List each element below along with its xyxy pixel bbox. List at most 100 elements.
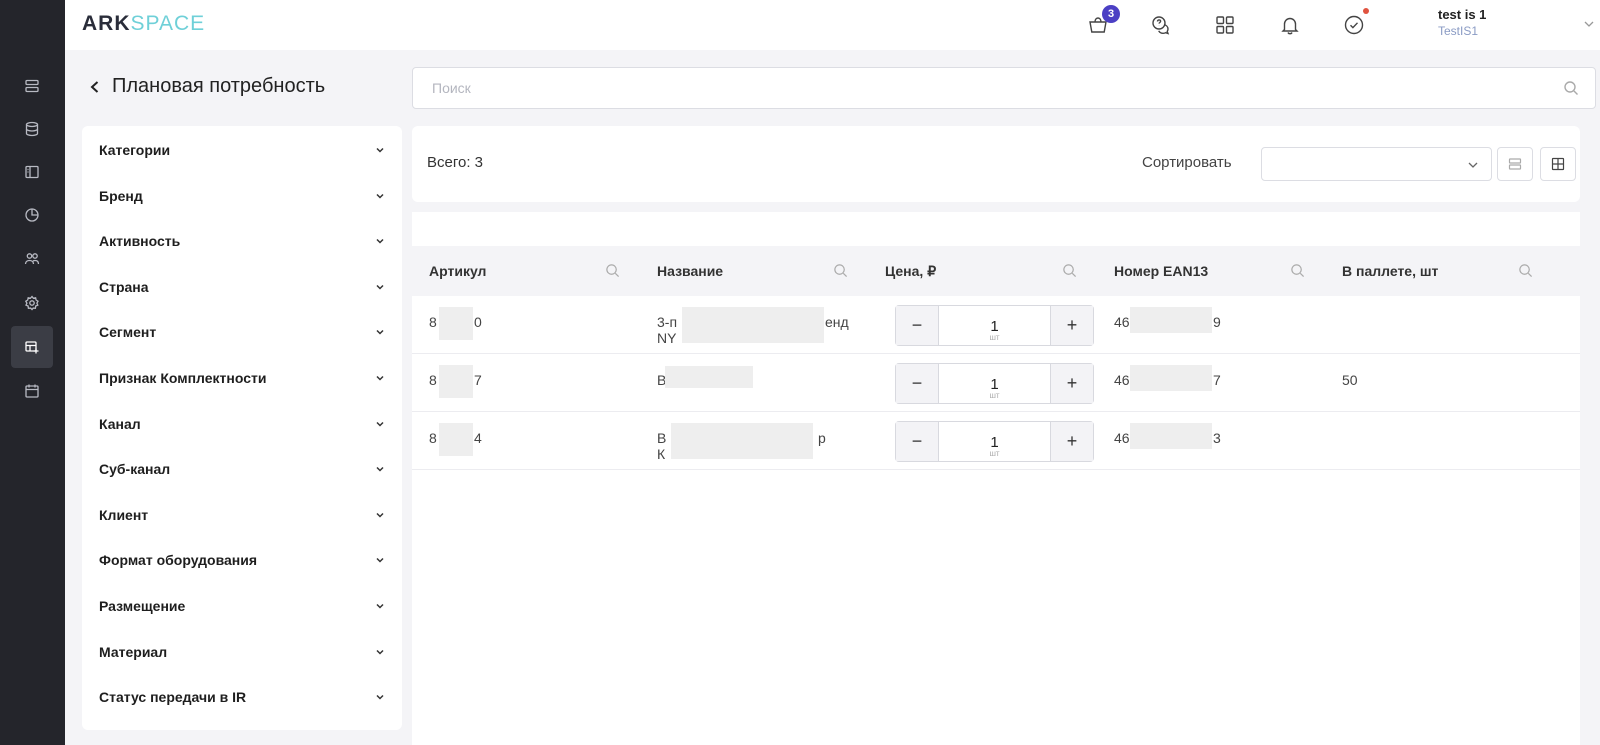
- chevron-down-icon: [376, 330, 384, 335]
- quantity-field[interactable]: 1 шт: [938, 306, 1051, 345]
- chevron-down-icon: [376, 695, 384, 700]
- quantity-field[interactable]: 1 шт: [938, 422, 1051, 461]
- column-header[interactable]: В паллете, шт: [1342, 263, 1438, 279]
- decrement-button[interactable]: −: [896, 364, 938, 403]
- top-header: ARKSPACE 3 test is 1 TestIS1: [65, 0, 1600, 50]
- tasks-button[interactable]: [1341, 8, 1369, 38]
- column-search-icon[interactable]: [1518, 263, 1533, 278]
- filter-item[interactable]: Размещение: [99, 594, 385, 618]
- products-table: Артикул Название Цена, ₽ Номер EAN13 В палле…: [412, 212, 1580, 745]
- search-input[interactable]: [413, 68, 1595, 108]
- redacted-block: [439, 423, 473, 456]
- filter-item[interactable]: Бренд: [99, 184, 385, 208]
- filter-item[interactable]: Статус передачи в IR: [99, 685, 385, 709]
- cart-count-badge: 3: [1102, 5, 1120, 23]
- total-count: Всего: 3: [427, 154, 484, 171]
- filter-label: Канал: [99, 415, 141, 432]
- pie-chart-icon[interactable]: [11, 194, 53, 236]
- filter-label: Статус передачи в IR: [99, 689, 247, 706]
- filter-label: Формат оборудования: [99, 552, 258, 569]
- chevron-down-icon: [376, 603, 384, 609]
- column-header[interactable]: Номер EAN13: [1114, 263, 1208, 279]
- column-search-icon[interactable]: [1290, 263, 1305, 278]
- user-org[interactable]: TestIS1: [1438, 24, 1478, 38]
- chevron-down-icon: [376, 649, 384, 655]
- table-row[interactable]: 8 0 3-п енд NY − 1 шт + 46 9: [412, 296, 1580, 354]
- increment-button[interactable]: +: [1051, 422, 1093, 461]
- filter-item[interactable]: Формат оборудования: [99, 548, 385, 572]
- grid-view-button[interactable]: [1540, 147, 1576, 181]
- filter-item[interactable]: Материал: [99, 640, 385, 664]
- filter-item[interactable]: Канал: [99, 412, 385, 436]
- chevron-down-icon: [376, 239, 384, 244]
- quantity-field[interactable]: 1 шт: [938, 364, 1051, 403]
- table-row[interactable]: 8 7 В − 1 шт + 46 7 50: [412, 354, 1580, 412]
- quantity-stepper: − 1 шт +: [895, 421, 1094, 462]
- filters-panel: Категории Бренд Активность Страна Сегмент При…: [82, 126, 402, 730]
- sort-label: Сортировать: [1142, 154, 1232, 171]
- filter-label: Признак Комплектности: [99, 370, 267, 386]
- stack-icon[interactable]: [11, 65, 53, 107]
- column-search-icon[interactable]: [833, 263, 848, 278]
- redacted-block: [1130, 307, 1212, 333]
- chat-button[interactable]: [1148, 12, 1174, 38]
- filter-item[interactable]: Признак Комплектности: [99, 366, 385, 390]
- calendar-icon[interactable]: [11, 370, 53, 412]
- column-search-icon[interactable]: [1062, 263, 1077, 278]
- redacted-block: [1130, 423, 1212, 449]
- grid-view-icon: [1551, 157, 1565, 171]
- table-add-icon[interactable]: [11, 326, 53, 368]
- filter-label: Размещение: [99, 598, 186, 614]
- name-line2-start: К: [657, 446, 666, 462]
- redacted-block: [665, 366, 753, 388]
- filter-item[interactable]: Суб-канал: [99, 457, 385, 481]
- table-row[interactable]: 8 4 В р К − 1 шт + 46 3: [412, 412, 1580, 470]
- decrement-button[interactable]: −: [896, 422, 938, 461]
- decrement-button[interactable]: −: [896, 306, 938, 345]
- name-line1-start: В: [657, 430, 667, 446]
- redacted-block: [682, 307, 824, 343]
- ean-end: 7: [1213, 372, 1221, 388]
- name-line2-start: NY: [657, 330, 677, 346]
- filter-item[interactable]: Категории: [99, 138, 385, 162]
- column-search-icon[interactable]: [605, 263, 620, 278]
- filter-item[interactable]: Страна: [99, 275, 385, 299]
- name-line1-end: р: [818, 430, 826, 446]
- cart-button[interactable]: 3: [1085, 5, 1120, 38]
- column-header[interactable]: Цена, ₽: [885, 263, 936, 280]
- chevron-down-icon: [376, 193, 384, 199]
- filter-item[interactable]: Активность: [99, 229, 385, 253]
- column-header[interactable]: Название: [657, 263, 723, 279]
- increment-button[interactable]: +: [1051, 306, 1093, 345]
- column-header[interactable]: Артикул: [429, 263, 486, 279]
- database-icon[interactable]: [11, 108, 53, 150]
- apps-button[interactable]: [1212, 12, 1238, 38]
- list-view-button[interactable]: [1497, 147, 1533, 181]
- check-circle-icon: [1344, 15, 1364, 35]
- article-start: 8: [429, 314, 437, 330]
- chevron-down-icon[interactable]: [1583, 18, 1595, 30]
- redacted-block: [1130, 365, 1212, 391]
- redacted-block: [671, 423, 813, 459]
- logo[interactable]: ARKSPACE: [82, 12, 205, 36]
- users-icon[interactable]: [11, 238, 53, 280]
- ean-start: 46: [1114, 314, 1130, 330]
- article-end: 4: [474, 430, 482, 446]
- settings-icon[interactable]: [11, 282, 53, 324]
- quantity-stepper: − 1 шт +: [895, 363, 1094, 404]
- filter-label: Активность: [99, 233, 181, 250]
- filter-label: Клиент: [99, 506, 149, 523]
- layout-icon[interactable]: [11, 151, 53, 193]
- notifications-button[interactable]: [1277, 12, 1303, 38]
- search-icon[interactable]: [1563, 80, 1579, 96]
- search-box: [412, 67, 1596, 109]
- increment-button[interactable]: +: [1051, 364, 1093, 403]
- sort-select[interactable]: [1261, 147, 1492, 181]
- back-icon[interactable]: [88, 80, 102, 94]
- filter-item[interactable]: Клиент: [99, 503, 385, 527]
- article-end: 7: [474, 372, 482, 388]
- article-start: 8: [429, 372, 437, 388]
- filter-item[interactable]: Сегмент: [99, 320, 385, 344]
- user-name[interactable]: test is 1: [1438, 7, 1486, 22]
- pallet-qty: 50: [1342, 372, 1358, 388]
